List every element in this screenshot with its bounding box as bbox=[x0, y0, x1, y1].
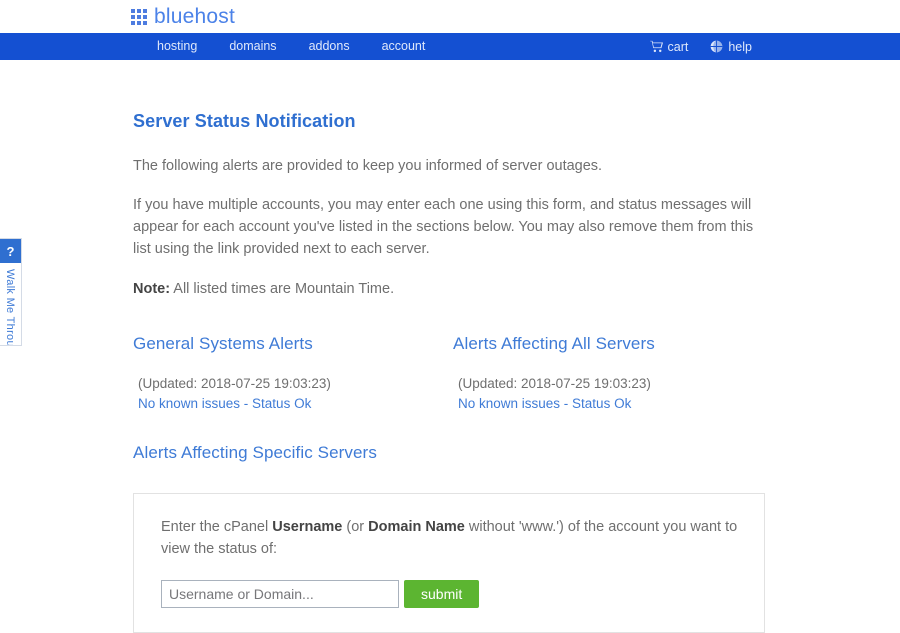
page-title: Server Status Notification bbox=[133, 111, 356, 131]
note-text: All listed times are Mountain Time. bbox=[170, 281, 395, 298]
nav-help-label: help bbox=[728, 39, 752, 54]
page-content: Server Status Notification The following… bbox=[0, 60, 900, 633]
logo-bar: bluehost bbox=[0, 0, 900, 33]
nav-primary-links: hosting domains addons account bbox=[141, 33, 441, 60]
nav-cart-label: cart bbox=[667, 39, 689, 54]
form-row: submit bbox=[161, 580, 738, 609]
walk-me-through-label: Walk Me Throu bbox=[4, 269, 16, 346]
nav-item-help[interactable]: help bbox=[710, 40, 752, 54]
server-lookup-form: Enter the cPanel Username (or Domain Nam… bbox=[133, 493, 765, 633]
alert-section-heading: Alerts Affecting All Servers bbox=[453, 334, 655, 354]
bluehost-logo[interactable]: bluehost bbox=[131, 6, 235, 27]
question-mark-icon[interactable]: ? bbox=[0, 239, 21, 263]
alert-updated-timestamp: (Updated: 2018-07-25 19:03:23) bbox=[138, 376, 331, 392]
nav-item-account[interactable]: account bbox=[366, 33, 442, 60]
alert-status-link[interactable]: No known issues - Status Ok bbox=[138, 396, 311, 411]
logo-wordmark: bluehost bbox=[154, 5, 235, 28]
nav-utility-links: cart help bbox=[649, 39, 752, 54]
alert-section-heading: General Systems Alerts bbox=[133, 334, 313, 354]
note-label: Note: bbox=[133, 281, 171, 298]
username-or-domain-input[interactable] bbox=[161, 580, 399, 609]
grid-squares-icon bbox=[131, 8, 147, 25]
specific-servers-heading: Alerts Affecting Specific Servers bbox=[133, 443, 377, 463]
form-prompt: Enter the cPanel Username (or Domain Nam… bbox=[161, 516, 738, 560]
intro-paragraph: The following alerts are provided to kee… bbox=[133, 158, 603, 174]
nav-item-addons[interactable]: addons bbox=[293, 33, 366, 60]
description-paragraph: If you have multiple accounts, you may e… bbox=[133, 197, 754, 258]
nav-item-domains[interactable]: domains bbox=[213, 33, 292, 60]
form-prompt-part2: (or bbox=[342, 519, 369, 536]
globe-help-icon bbox=[710, 40, 723, 53]
alert-updated-timestamp: (Updated: 2018-07-25 19:03:23) bbox=[458, 376, 651, 392]
alert-section-all-servers: Alerts Affecting All Servers (Updated: 2… bbox=[453, 334, 773, 411]
form-prompt-username: Username bbox=[272, 519, 343, 536]
form-prompt-part1: Enter the cPanel bbox=[161, 519, 273, 536]
nav-item-hosting[interactable]: hosting bbox=[141, 33, 213, 60]
form-prompt-domain-name: Domain Name bbox=[368, 519, 465, 536]
walk-me-through-widget[interactable]: ? Walk Me Throu bbox=[0, 238, 22, 346]
alert-section-general: General Systems Alerts (Updated: 2018-07… bbox=[133, 334, 453, 411]
alert-sections: General Systems Alerts (Updated: 2018-07… bbox=[133, 334, 840, 411]
shopping-cart-icon bbox=[649, 40, 663, 53]
main-navigation-bar: hosting domains addons account cart help bbox=[0, 33, 900, 60]
submit-button[interactable]: submit bbox=[404, 580, 480, 609]
alert-status-link[interactable]: No known issues - Status Ok bbox=[458, 396, 631, 411]
note-paragraph: Note: All listed times are Mountain Time… bbox=[133, 278, 758, 300]
nav-item-cart[interactable]: cart bbox=[649, 39, 689, 54]
